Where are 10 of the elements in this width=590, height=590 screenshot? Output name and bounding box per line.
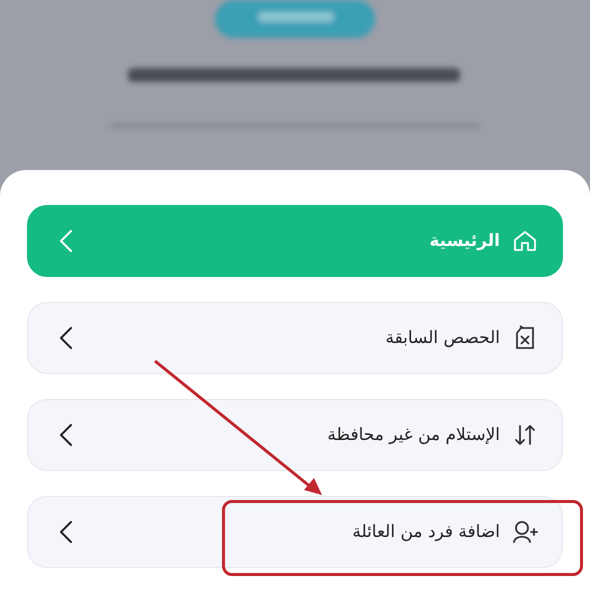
menu-item[interactable]: الحصص السابقة xyxy=(27,302,563,374)
chevron-left-icon xyxy=(60,230,72,252)
chevron-left-icon xyxy=(60,424,72,446)
menu-item[interactable]: اضافة فرد من العائلة xyxy=(27,496,563,568)
home-icon xyxy=(512,228,538,254)
add-user-icon xyxy=(512,519,538,545)
menu-item[interactable]: الإستلام من غير محافظة xyxy=(27,399,563,471)
up-down-arrows-icon xyxy=(512,422,538,448)
chevron-left-icon xyxy=(60,521,72,543)
chevron-left-icon xyxy=(60,327,72,349)
